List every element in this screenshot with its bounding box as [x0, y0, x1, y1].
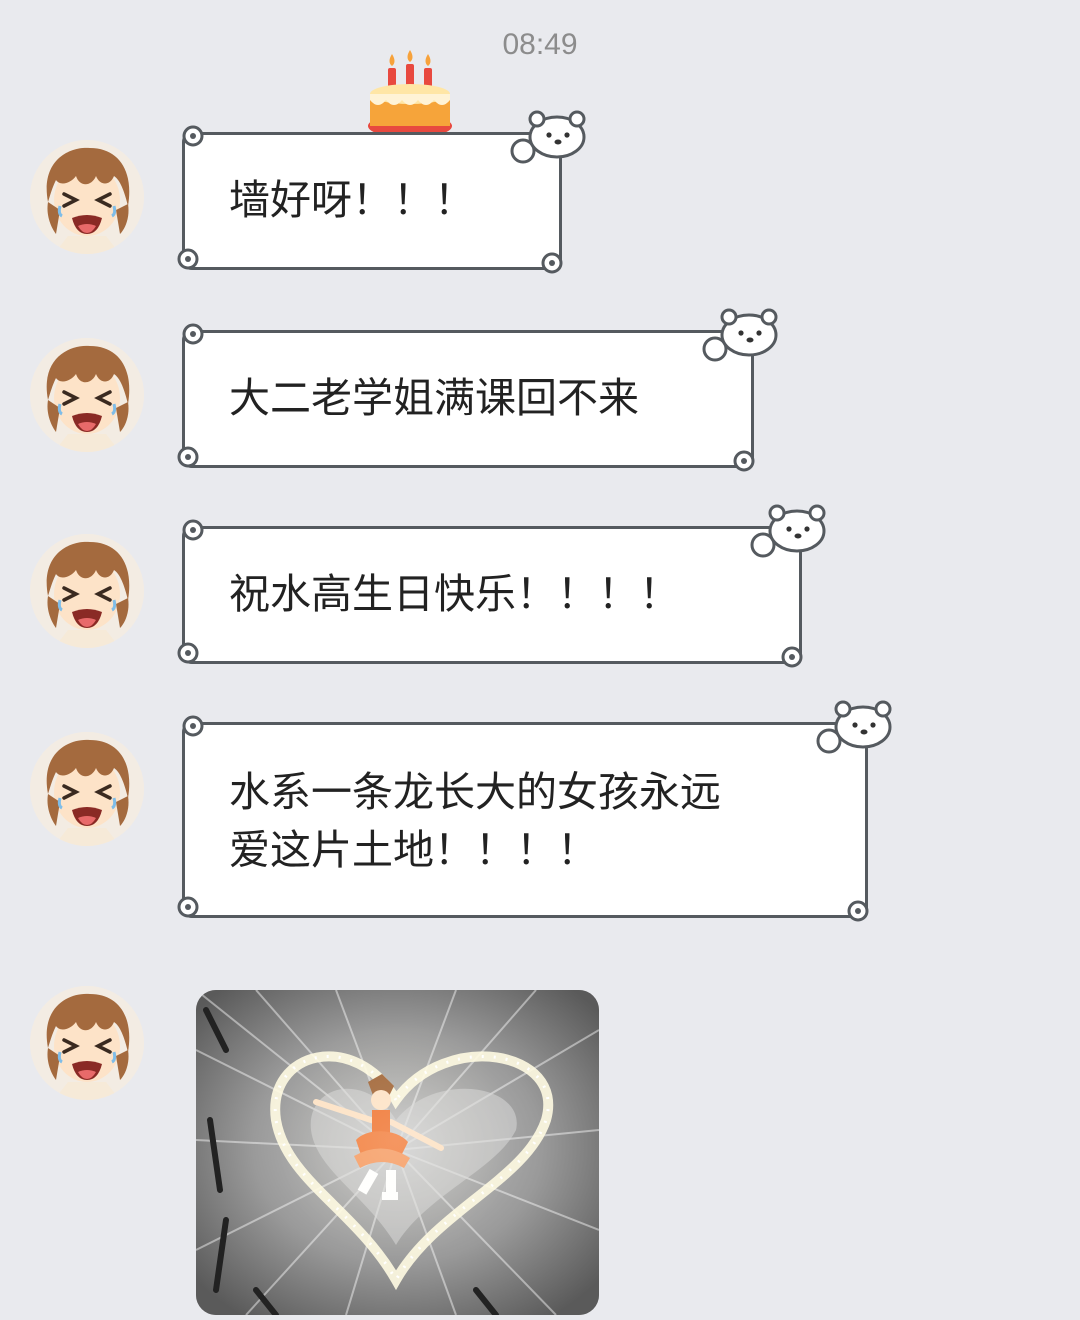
message-text: 墙好呀！！！ [229, 176, 475, 224]
message-text: 大二老学姐满课回不来 [229, 374, 639, 422]
sender-avatar[interactable] [30, 986, 144, 1100]
polar-bear-icon [811, 697, 895, 759]
birthday-cake-icon[interactable] [364, 48, 456, 140]
bubble-curl-icon [180, 123, 206, 149]
bubble-curl-icon [845, 898, 871, 924]
bubble-curl-icon [731, 448, 757, 474]
bubble-curl-icon [180, 321, 206, 347]
message-timestamp: 08:49 [502, 28, 578, 61]
sender-avatar[interactable] [30, 140, 144, 254]
image-message[interactable] [196, 990, 599, 1315]
message-text: 祝水高生日快乐！！！！ [229, 570, 680, 618]
polar-bear-icon [745, 501, 829, 563]
message-text: 水系一条龙长大的女孩永远 爱这片土地！！！！ [229, 768, 721, 874]
bubble-curl-icon [779, 644, 805, 670]
bubble-curl-icon [175, 640, 201, 666]
polar-bear-icon [697, 305, 781, 367]
message-bubble[interactable]: 水系一条龙长大的女孩永远 爱这片土地！！！！ [182, 722, 868, 918]
bubble-curl-icon [175, 444, 201, 470]
message-bubble[interactable]: 祝水高生日快乐！！！！ [182, 526, 802, 664]
sender-avatar[interactable] [30, 338, 144, 452]
bubble-curl-icon [180, 713, 206, 739]
message-bubble[interactable]: 墙好呀！！！ [182, 132, 562, 270]
message-bubble[interactable]: 大二老学姐满课回不来 [182, 330, 754, 468]
bubble-curl-icon [175, 246, 201, 272]
sender-avatar[interactable] [30, 534, 144, 648]
bubble-curl-icon [175, 894, 201, 920]
sender-avatar[interactable] [30, 732, 144, 846]
polar-bear-icon [505, 107, 589, 169]
bubble-curl-icon [539, 250, 565, 276]
chat-screen: 08:49 墙好呀！！！ 大二老学姐满课回不来 祝水高生日快乐！！！！ 水系一条… [0, 0, 1080, 1320]
bubble-curl-icon [180, 517, 206, 543]
